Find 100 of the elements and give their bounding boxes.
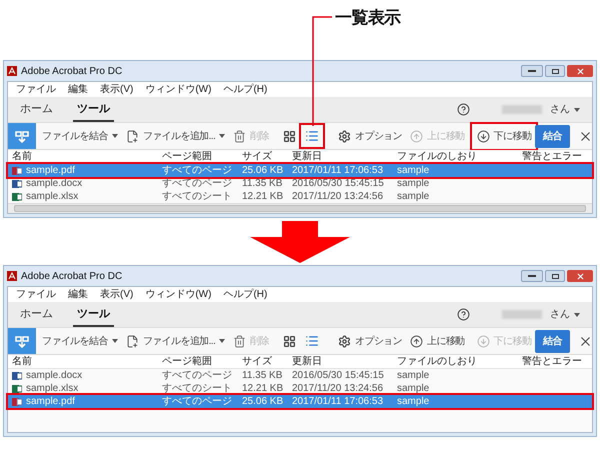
menu-item[interactable]: 表示(V) bbox=[100, 82, 134, 97]
options-button[interactable]: オプション bbox=[338, 128, 402, 144]
add-files-dropdown[interactable]: ファイルを追加... bbox=[126, 128, 226, 144]
help-icon[interactable] bbox=[457, 103, 470, 116]
gear-icon bbox=[338, 334, 351, 348]
app-logo-icon bbox=[7, 66, 17, 76]
account-menu[interactable]: さん bbox=[550, 102, 584, 117]
combine-tool-button[interactable] bbox=[8, 328, 36, 354]
table-cell: sample.pdf bbox=[26, 166, 75, 176]
column-header[interactable]: 名前 bbox=[12, 356, 162, 366]
arrow-down-circle-icon bbox=[476, 130, 490, 142]
list-icon bbox=[304, 129, 319, 143]
list-view-button[interactable] bbox=[302, 126, 322, 146]
combine-files-dropdown[interactable]: ファイルを結合 bbox=[42, 334, 118, 348]
menu-item[interactable]: ウィンドウ(W) bbox=[145, 82, 212, 97]
table-cell: 11.35 KB bbox=[242, 178, 282, 188]
combine-files-dropdown[interactable]: ファイルを結合 bbox=[42, 128, 118, 144]
gear-icon bbox=[338, 130, 351, 142]
table-cell: 2017/11/20 13:24:56 bbox=[292, 192, 384, 202]
options-button[interactable]: オプション bbox=[338, 334, 402, 348]
menu-item[interactable]: ヘルプ(H) bbox=[223, 287, 268, 302]
trash-icon bbox=[233, 334, 246, 348]
table-cell: 2016/05/30 15:45:15 bbox=[292, 370, 384, 380]
caret-icon bbox=[574, 108, 580, 112]
menu-item[interactable]: 編集 bbox=[68, 82, 88, 97]
tab[interactable]: ホーム bbox=[16, 306, 57, 327]
table-cell: すべてのページ bbox=[162, 370, 232, 380]
table-cell: 2016/05/30 15:45:15 bbox=[292, 178, 384, 188]
blurred-user-name bbox=[502, 310, 542, 319]
combine-icon bbox=[14, 129, 30, 143]
tab[interactable]: ホーム bbox=[16, 100, 57, 122]
add-files-dropdown[interactable]: ファイルを追加... bbox=[126, 334, 226, 348]
horizontal-scrollbar[interactable] bbox=[8, 203, 592, 213]
table-cell: sample bbox=[397, 384, 430, 394]
help-icon[interactable] bbox=[457, 308, 470, 321]
table-cell: すべてのシート bbox=[162, 192, 232, 202]
table-cell: sample bbox=[397, 178, 430, 188]
file-plus-icon bbox=[126, 130, 139, 142]
table-cell: 2017/01/11 17:06:53 bbox=[292, 396, 384, 406]
caret-icon bbox=[112, 339, 118, 343]
combine-tool-button[interactable] bbox=[8, 123, 36, 149]
menu-item[interactable]: ウィンドウ(W) bbox=[145, 287, 212, 302]
window-close-button[interactable] bbox=[567, 65, 593, 77]
table-cell: すべてのページ bbox=[162, 396, 232, 406]
caret-icon bbox=[574, 312, 580, 316]
table-row[interactable]: sample.xlsx すべてのシート 12.21 KB 2017/11/20 13:24:56 sample bbox=[8, 382, 592, 395]
arrow-down-circle-icon bbox=[476, 334, 490, 348]
file-plus-icon bbox=[126, 334, 139, 348]
column-header[interactable]: ファイルのしおり bbox=[397, 356, 522, 366]
column-header[interactable]: 警告とエラー bbox=[522, 152, 588, 162]
list-icon bbox=[304, 334, 319, 348]
menu-item[interactable]: ファイル bbox=[16, 82, 56, 97]
column-header[interactable]: 更新日 bbox=[292, 152, 397, 162]
grid-icon bbox=[282, 334, 296, 348]
caret-icon bbox=[219, 134, 226, 138]
menu-item[interactable]: 表示(V) bbox=[100, 287, 134, 302]
scrollbar-thumb[interactable] bbox=[14, 205, 586, 212]
table-cell: sample.pdf bbox=[26, 396, 75, 406]
column-header[interactable]: ファイルのしおり bbox=[397, 152, 522, 162]
table-cell: 12.21 KB bbox=[242, 192, 284, 202]
column-header[interactable]: 警告とエラー bbox=[522, 356, 588, 366]
minimize-button[interactable] bbox=[521, 270, 543, 282]
minimize-button[interactable] bbox=[521, 65, 543, 77]
app-logo-icon bbox=[7, 271, 17, 281]
table-cell: 12.21 KB bbox=[242, 384, 284, 394]
close-icon bbox=[576, 66, 584, 76]
combine-icon bbox=[14, 334, 30, 348]
table-cell: 11.35 KB bbox=[242, 370, 282, 380]
table-cell: sample.xlsx bbox=[26, 192, 78, 202]
table-row[interactable]: sample.docx すべてのページ 11.35 KB 2016/05/30 15:45:15 sample bbox=[8, 369, 592, 382]
table-cell: sample bbox=[397, 166, 430, 176]
merge-button[interactable]: 結合 bbox=[535, 124, 570, 148]
column-header[interactable]: 名前 bbox=[12, 152, 162, 162]
callout-label: 一覧表示 bbox=[334, 7, 401, 30]
menu-item[interactable]: 編集 bbox=[68, 287, 88, 302]
restore-button[interactable] bbox=[545, 65, 565, 77]
table-cell: 2017/11/20 13:24:56 bbox=[292, 384, 384, 394]
window-title: Adobe Acrobat Pro DC bbox=[21, 64, 122, 78]
menu-item[interactable]: ファイル bbox=[16, 287, 56, 302]
table-cell: 25.06 KB bbox=[242, 396, 284, 406]
trash-icon bbox=[233, 130, 246, 142]
table-row[interactable]: sample.docx すべてのページ 11.35 KB 2016/05/30 15:45:15 sample bbox=[8, 177, 592, 190]
restore-button[interactable] bbox=[545, 270, 565, 282]
move-up-button[interactable]: 上に移動 bbox=[406, 330, 469, 352]
caret-icon bbox=[112, 134, 118, 138]
move-down-button[interactable]: 下に移動 bbox=[472, 124, 536, 148]
column-header[interactable]: サイズ bbox=[242, 152, 292, 162]
merge-button[interactable]: 結合 bbox=[535, 330, 570, 352]
window-close-button[interactable] bbox=[567, 270, 593, 282]
blurred-user-name bbox=[502, 105, 542, 114]
table-row[interactable]: sample.xlsx すべてのシート 12.21 KB 2017/11/20 13:24:56 sample bbox=[8, 190, 592, 203]
column-header[interactable]: 更新日 bbox=[292, 356, 397, 366]
column-header[interactable]: サイズ bbox=[242, 356, 292, 366]
table-cell: すべてのシート bbox=[162, 384, 232, 394]
column-header[interactable]: ページ範囲 bbox=[162, 152, 242, 162]
caret-icon bbox=[219, 339, 226, 343]
table-cell: sample.docx bbox=[26, 370, 82, 380]
menu-item[interactable]: ヘルプ(H) bbox=[223, 82, 268, 97]
column-header[interactable]: ページ範囲 bbox=[162, 356, 242, 366]
account-menu[interactable]: さん bbox=[550, 307, 584, 322]
